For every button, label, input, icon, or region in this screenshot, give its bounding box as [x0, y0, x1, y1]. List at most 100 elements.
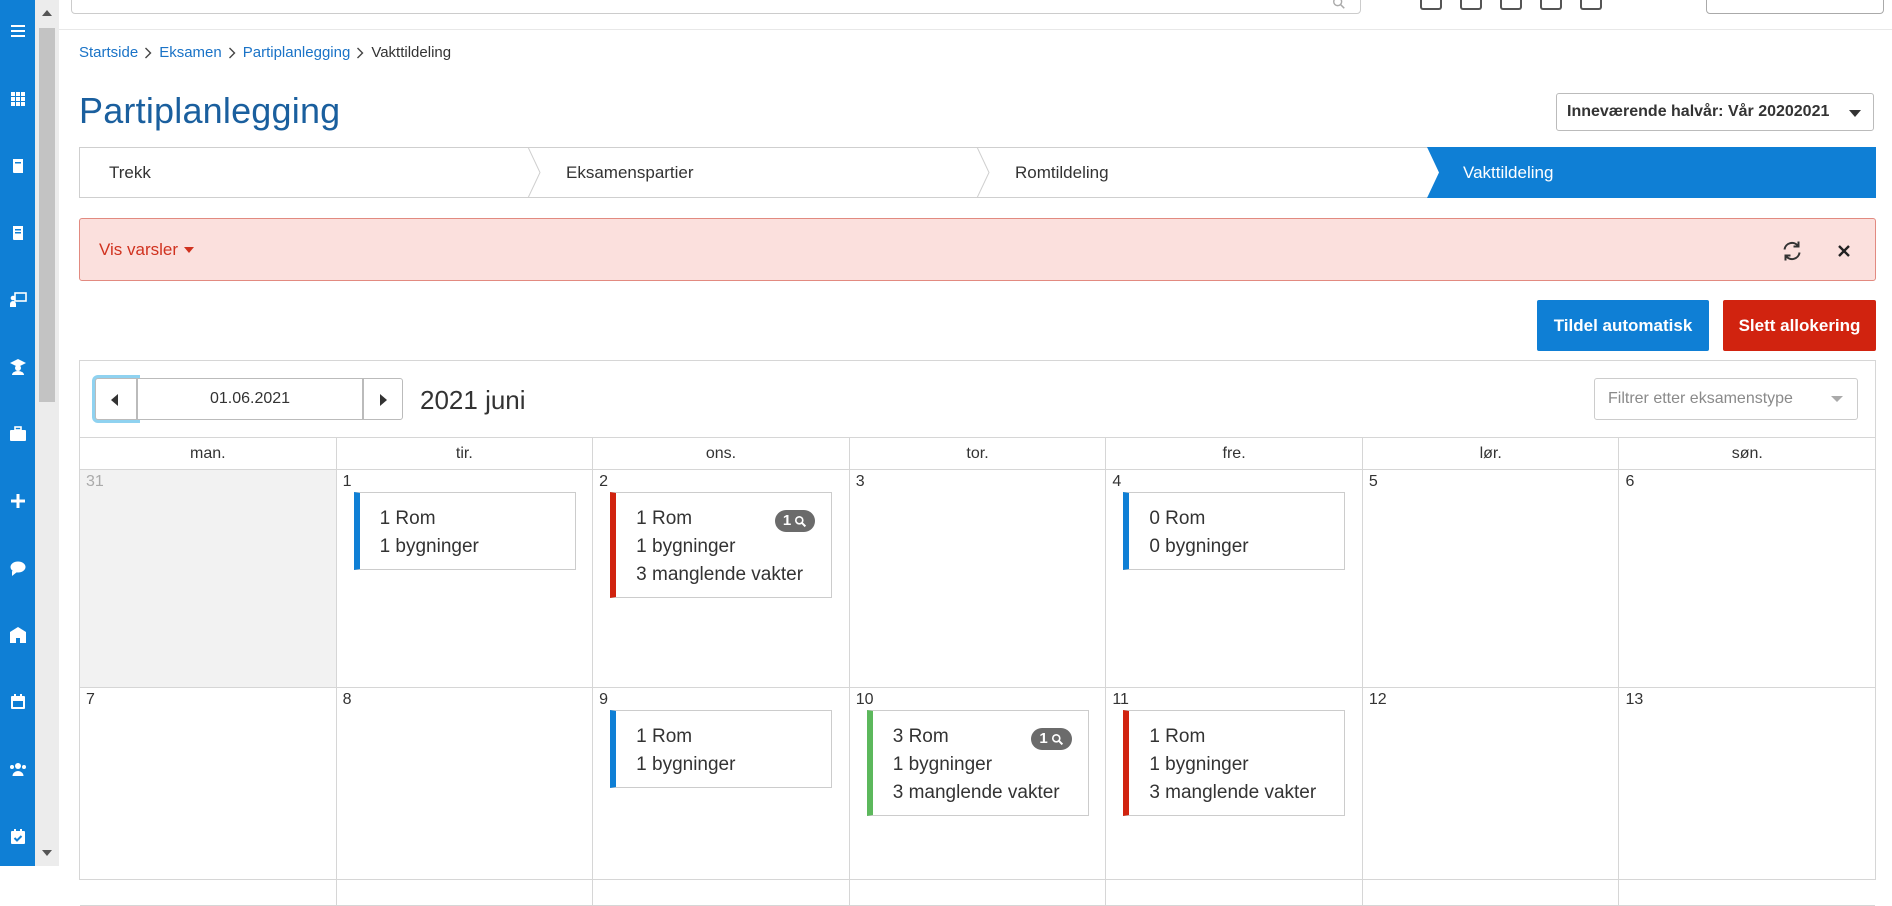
- event-buildings: 1 bygninger: [1149, 754, 1249, 775]
- exam-type-filter-placeholder: Filtrer etter eksamenstype: [1608, 390, 1793, 407]
- next-month-button[interactable]: [363, 378, 403, 420]
- close-icon[interactable]: [1834, 241, 1854, 261]
- plus-nav-button[interactable]: [0, 486, 35, 521]
- previous-month-button[interactable]: [95, 378, 137, 420]
- chat-nav-button[interactable]: [0, 553, 35, 588]
- graduate-icon: [9, 358, 27, 381]
- users-nav-button[interactable]: [0, 754, 35, 789]
- building-icon: [9, 626, 27, 649]
- conflict-badge[interactable]: 1: [774, 510, 816, 532]
- calendar-day-cell[interactable]: 21 Rom 1 bygninger 3 manglende vakter 1: [593, 470, 850, 687]
- event-buildings: 1 bygninger: [379, 536, 479, 557]
- weekday-label: ons.: [593, 438, 850, 469]
- top-toolbar: [59, 0, 1892, 30]
- inbox-icon[interactable]: [1420, 0, 1442, 10]
- calendar-day-cell[interactable]: 11 1 Rom 1 bygninger 3 manglende vakter: [1106, 688, 1363, 905]
- allocation-event-card[interactable]: 1 Rom 1 bygninger 3 manglende vakter: [1123, 710, 1346, 816]
- step-vakttildeling[interactable]: Vakttildeling: [1463, 147, 1553, 198]
- calendar-day-cell[interactable]: 5: [1363, 470, 1620, 687]
- refresh-icon[interactable]: [1780, 239, 1804, 263]
- breadcrumb-link-eksamen[interactable]: Eksamen: [159, 44, 222, 61]
- allocation-event-card[interactable]: 0 Rom 0 bygninger: [1123, 492, 1346, 570]
- briefcase-nav-button[interactable]: [0, 419, 35, 454]
- day-number: 31: [86, 473, 104, 490]
- scroll-up-button[interactable]: [35, 0, 59, 28]
- calendar-check-icon: [9, 828, 27, 851]
- building-nav-button[interactable]: [0, 620, 35, 655]
- message-icon[interactable]: [1500, 0, 1522, 10]
- calendar-nav-button[interactable]: [0, 687, 35, 722]
- breadcrumb-link-partiplanlegging[interactable]: Partiplanlegging: [243, 44, 351, 61]
- day-number: 3: [855, 473, 865, 490]
- allocation-event-card[interactable]: 1 Rom 1 bygninger: [353, 492, 576, 570]
- day-number: 13: [1625, 691, 1644, 708]
- badge-count: 1: [1039, 730, 1048, 747]
- page-title: Partiplanlegging: [79, 90, 341, 131]
- chevron-right-icon: [356, 47, 364, 59]
- book-alt-nav-button[interactable]: [0, 218, 35, 253]
- badge-count: 1: [782, 512, 792, 529]
- notes-icon[interactable]: [1580, 0, 1602, 10]
- calendar-day-cell[interactable]: 1 1 Rom 1 bygninger: [337, 470, 594, 687]
- show-alerts-toggle[interactable]: Vis varsler: [99, 240, 195, 260]
- weekday-label: man.: [80, 438, 337, 469]
- day-number: 6: [1625, 473, 1635, 490]
- calendar-day-cell[interactable]: 3: [850, 470, 1107, 687]
- calendar-week-row: 7891 Rom 1 bygninger 10 3 Rom 1 bygninger 3 m…: [80, 688, 1875, 906]
- teacher-board-nav-button[interactable]: [0, 285, 35, 320]
- print-icon[interactable]: [1540, 0, 1562, 10]
- book-icon: [9, 157, 27, 180]
- auto-assign-button[interactable]: Tildel automatisk: [1537, 300, 1709, 351]
- calendar-day-cell[interactable]: 8: [337, 688, 594, 905]
- page-scrollbar[interactable]: [35, 0, 59, 866]
- calendar-day-cell[interactable]: 13: [1619, 688, 1875, 905]
- caret-down-icon: [1831, 396, 1843, 402]
- top-action-button[interactable]: [1706, 0, 1884, 14]
- show-alerts-label: Vis varsler: [99, 240, 179, 259]
- allocation-event-card[interactable]: 1 Rom 1 bygninger 3 manglende vakter 1: [610, 492, 833, 598]
- calendar-day-cell[interactable]: 4 0 Rom 0 bygninger: [1106, 470, 1363, 687]
- exam-type-filter[interactable]: Filtrer etter eksamenstype: [1594, 378, 1858, 420]
- step-eksamenspartier[interactable]: Eksamenspartier: [566, 147, 694, 198]
- weekday-label: søn.: [1731, 444, 1763, 462]
- briefcase-icon: [9, 425, 27, 448]
- chevron-right-icon: [228, 47, 236, 59]
- event-missing-guards: 3 manglende vakter: [636, 564, 804, 585]
- breadcrumb-link-startside[interactable]: Startside: [79, 44, 138, 61]
- calendar-toolbar: 01.06.2021 2021 juni Filtrer etter eksam…: [80, 361, 1875, 437]
- graduate-nav-button[interactable]: [0, 352, 35, 387]
- allocation-event-card[interactable]: 1 Rom 1 bygninger: [610, 710, 833, 788]
- day-number: 12: [1368, 691, 1387, 708]
- step-romtildeling[interactable]: Romtildeling: [1015, 147, 1109, 198]
- calendar-day-cell[interactable]: 12: [1363, 688, 1620, 905]
- book-nav-button[interactable]: [0, 151, 35, 186]
- step-trekk[interactable]: Trekk: [109, 147, 151, 198]
- date-input[interactable]: 01.06.2021: [137, 378, 363, 420]
- conflict-badge[interactable]: 1: [1031, 728, 1072, 750]
- menu-nav-button[interactable]: [0, 16, 35, 51]
- allocation-event-card[interactable]: 3 Rom 1 bygninger 3 manglende vakter 1: [866, 710, 1089, 816]
- wizard-steps: Trekk Eksamenspartier Romtildeling Vaktt…: [79, 147, 1876, 198]
- event-rooms: 0 Rom: [1149, 508, 1206, 529]
- day-number: 9: [599, 691, 609, 708]
- breadcrumb-current: Vakttildeling: [371, 44, 452, 61]
- apps-grid-nav-button[interactable]: [0, 84, 35, 119]
- event-buildings: 0 bygninger: [1149, 536, 1249, 557]
- global-search-input[interactable]: [71, 0, 1361, 14]
- scroll-down-button[interactable]: [35, 838, 59, 866]
- semester-select[interactable]: Inneværende halvår: Vår 20202021: [1556, 93, 1874, 131]
- apps-grid-icon: [9, 90, 27, 113]
- calendar-day-cell[interactable]: 10 3 Rom 1 bygninger 3 manglende vakter 1: [850, 688, 1107, 905]
- calendar-day-cell[interactable]: 9 1 Rom 1 bygninger: [593, 688, 850, 905]
- caret-left-icon: [111, 394, 118, 406]
- calendar-day-cell[interactable]: 31: [80, 470, 337, 687]
- download-icon[interactable]: [1460, 0, 1482, 10]
- scroll-thumb[interactable]: [39, 28, 55, 402]
- calendar-check-nav-button[interactable]: [0, 822, 35, 857]
- delete-allocation-button[interactable]: Slett allokering: [1723, 300, 1876, 351]
- event-missing-guards: 3 manglende vakter: [1149, 782, 1317, 803]
- calendar-day-cell[interactable]: 6: [1619, 470, 1875, 687]
- chevron-right-icon: [144, 47, 152, 59]
- search-icon: [1048, 733, 1064, 746]
- calendar-day-cell[interactable]: 7: [80, 688, 337, 905]
